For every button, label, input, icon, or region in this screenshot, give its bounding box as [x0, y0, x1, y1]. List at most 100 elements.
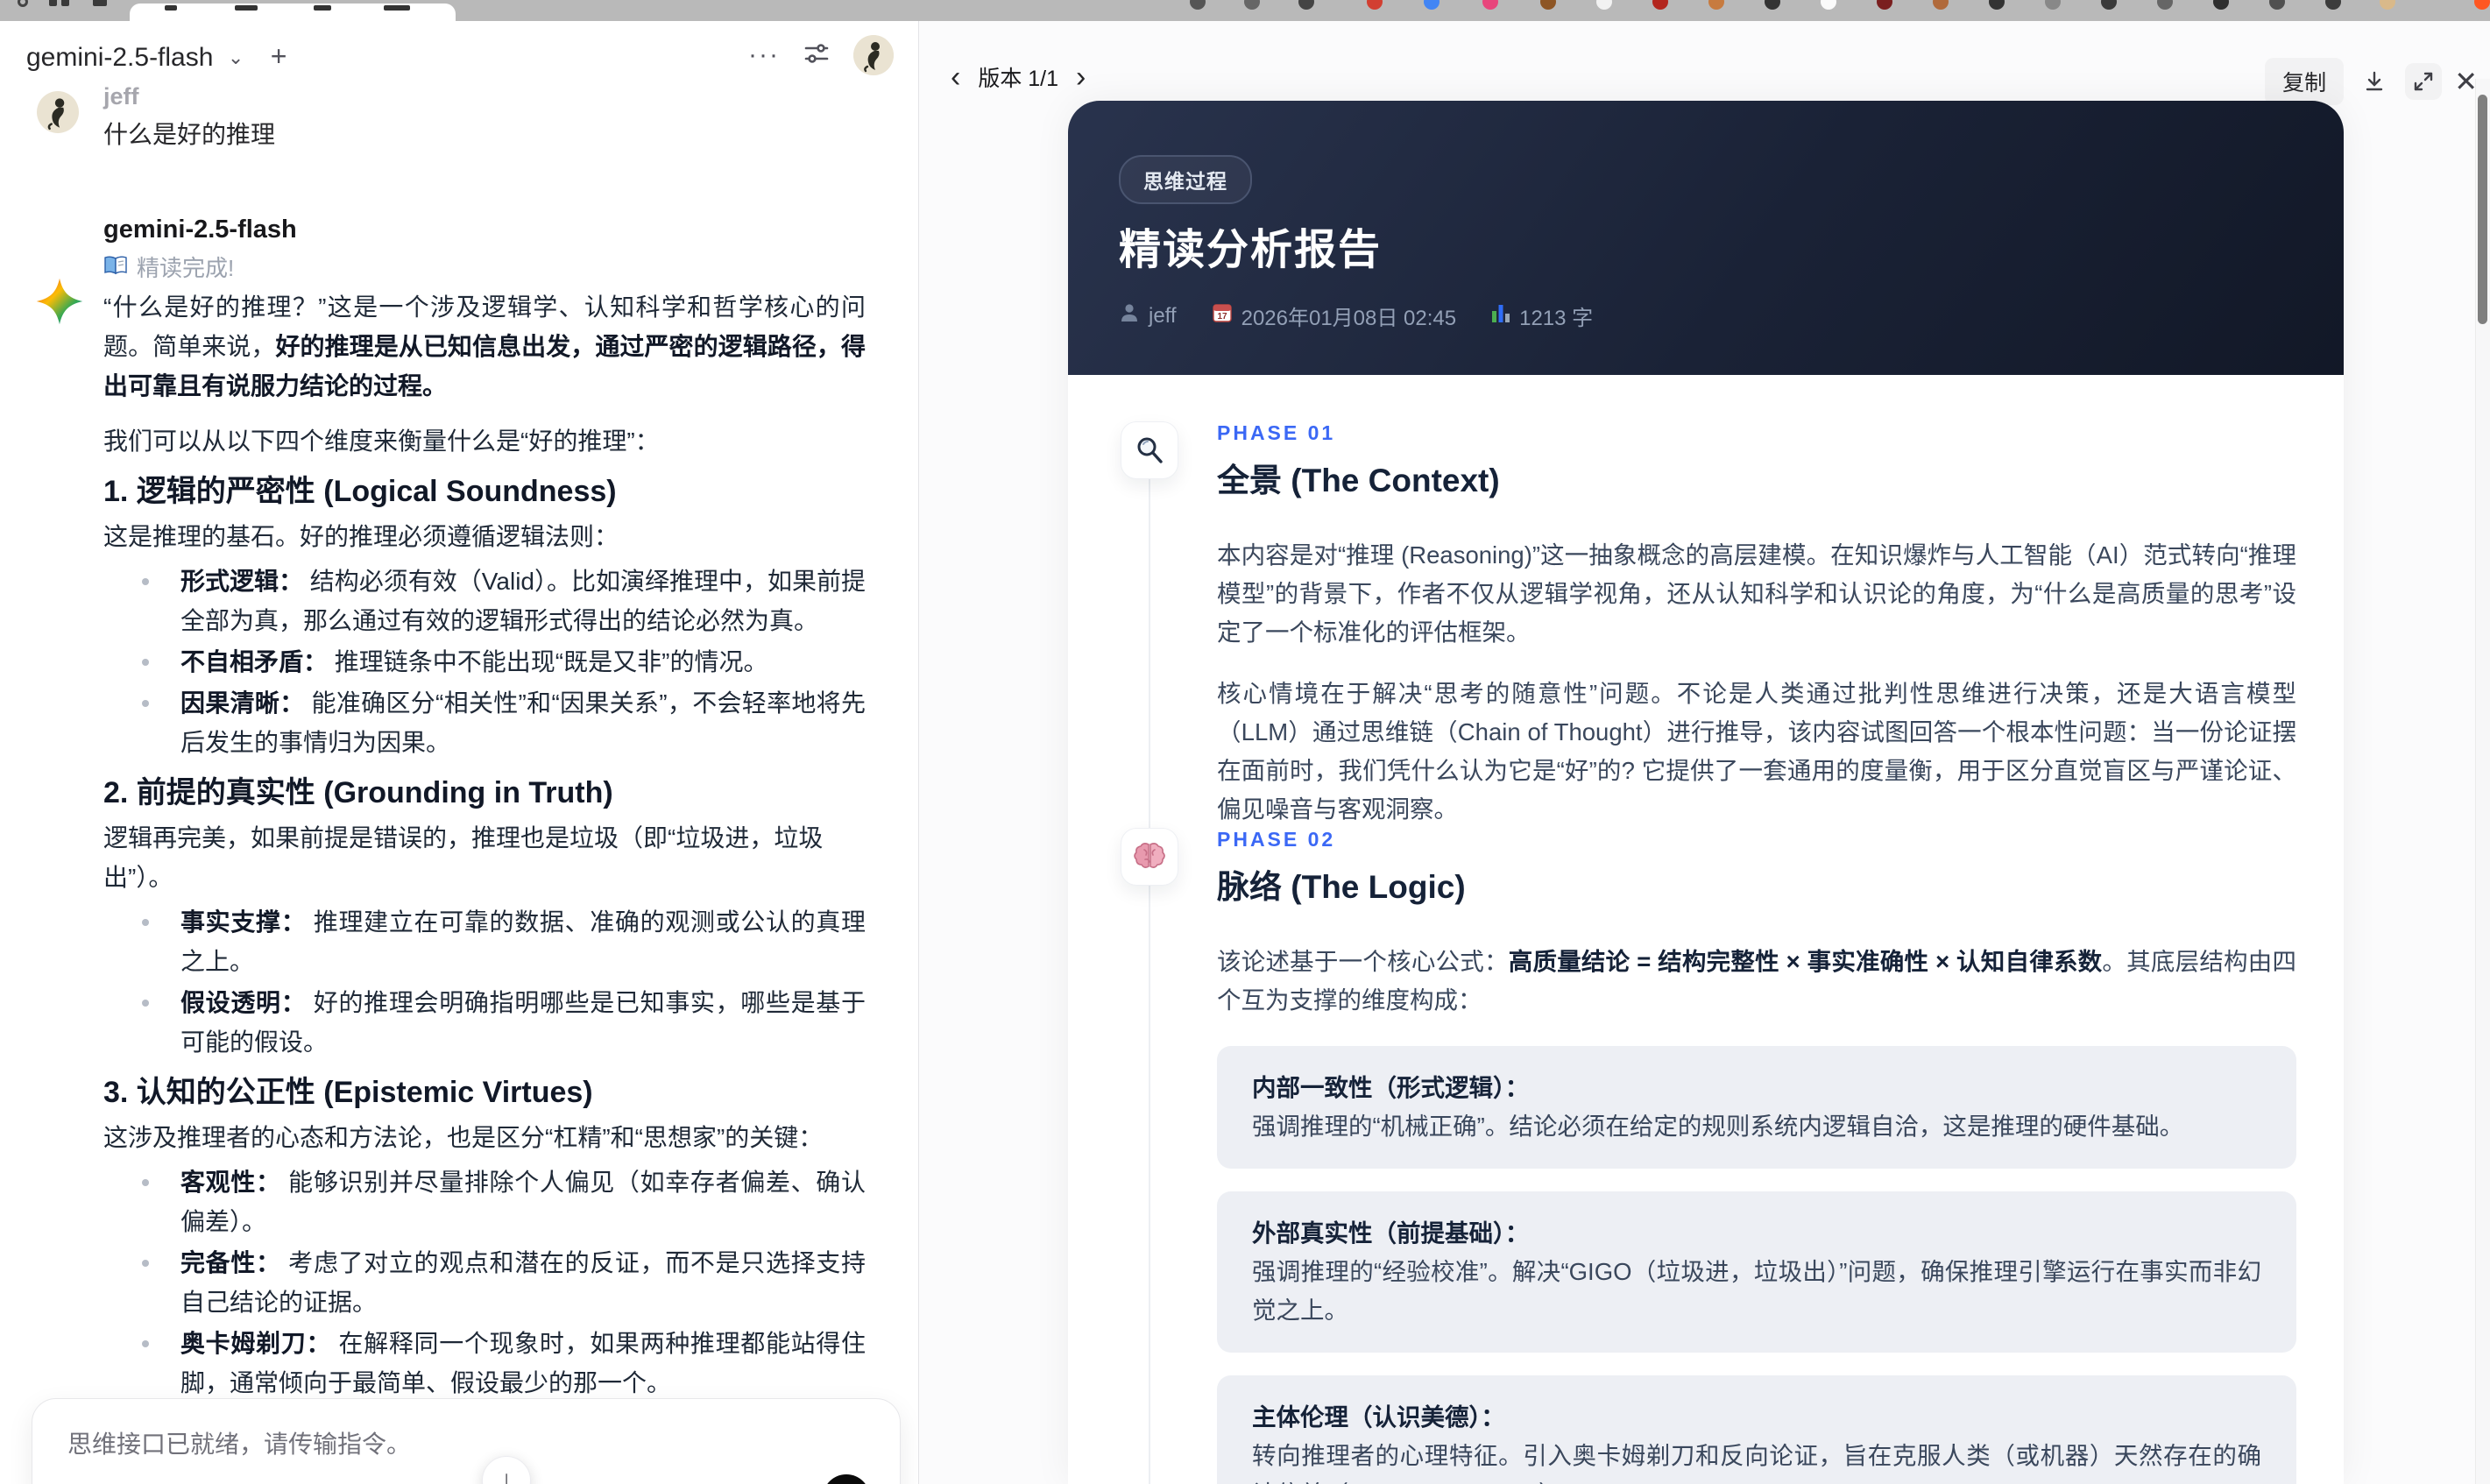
meta-word-count-text: 1213 字: [1519, 307, 1594, 330]
voice-input-button[interactable]: [823, 1474, 870, 1484]
browser-reload-icon[interactable]: [18, 0, 28, 7]
browser-extension-icon[interactable]: [1821, 0, 1836, 10]
bullet-label: 事实支撑：: [180, 908, 307, 936]
browser-extension-icon[interactable]: [1652, 0, 1668, 10]
tab-text-fragment: [165, 5, 177, 11]
phase-paragraph: 核心情境在于解决“思考的随意性”问题。不论是人类通过批判性思维进行决策，还是大语…: [1217, 680, 2296, 823]
close-icon[interactable]: ✕: [2454, 65, 2478, 98]
browser-grid-icon[interactable]: [61, 0, 69, 6]
bullet-list: 事实支撑： 推理建立在可靠的数据、准确的观测或公认的真理之上。 假设透明： 好的…: [103, 902, 866, 1062]
section-heading: 2. 前提的真实性 (Grounding in Truth): [103, 776, 613, 809]
model-selector[interactable]: gemini-2.5-flash: [26, 43, 213, 73]
logic-card: 主体伦理（认识美德）： 转向推理者的心理特征。引入奥卡姆剃刀和反向论证，旨在克服…: [1217, 1375, 2296, 1484]
chevron-right-icon[interactable]: ›: [1076, 60, 1086, 95]
browser-extension-icon[interactable]: [1482, 0, 1498, 10]
user-icon: [1119, 302, 1140, 329]
browser-extension-icon[interactable]: [1244, 0, 1260, 10]
list-item: 因果清晰： 能准确区分“相关性”和“因果关系”，不会轻率地将先后发生的事情归为因…: [103, 683, 866, 762]
expand-fullscreen-icon[interactable]: [2405, 63, 2443, 100]
bullet-list: 形式逻辑： 结构必须有效（Valid）。比如演绎推理中，如果前提全部为真，那么通…: [103, 562, 866, 762]
browser-extension-icon[interactable]: [1933, 0, 1949, 10]
browser-grid-icon[interactable]: [49, 0, 57, 6]
bullet-label: 客观性：: [180, 1169, 281, 1196]
logic-card-title: 主体伦理（认识美德）：: [1252, 1403, 1505, 1431]
user-avatar: [37, 91, 79, 133]
browser-extension-icon[interactable]: [2269, 0, 2285, 10]
arrow-down-icon: ↓: [499, 1466, 513, 1484]
browser-extension-icon[interactable]: [2157, 0, 2173, 10]
browser-extension-icon[interactable]: [2325, 0, 2341, 10]
browser-tab[interactable]: [130, 4, 456, 21]
logic-card: 外部真实性（前提基础）： 强调推理的“经验校准”。解决“GIGO（垃圾进，垃圾出…: [1217, 1191, 2296, 1353]
browser-extension-icon[interactable]: [1424, 0, 1440, 10]
logic-card-body: 转向推理者的心理特征。引入奥卡姆剃刀和反向论证，旨在克服人类（或机器）天然存在的…: [1252, 1442, 2261, 1484]
report-hero: 思维过程 精读分析报告 jeff 17 2026年01月08日 02:45 12…: [1068, 101, 2344, 375]
report-card: 思维过程 精读分析报告 jeff 17 2026年01月08日 02:45 12…: [1068, 101, 2344, 1484]
bullet-label: 假设透明：: [180, 989, 307, 1016]
scrollbar-track[interactable]: [2475, 79, 2490, 1484]
calendar-icon: 17: [1212, 302, 1233, 329]
browser-extension-icon[interactable]: [2101, 0, 2117, 10]
browser-extension-icon[interactable]: [1989, 0, 2005, 10]
meta-author: jeff: [1119, 302, 1177, 329]
logic-card-body: 强调推理的“机械正确”。结论必须在给定的规则系统内逻辑自洽，这是推理的硬件基础。: [1252, 1113, 2184, 1140]
chat-header: gemini-2.5-flash ⌄ + ···: [0, 21, 918, 77]
bullet-dot: [142, 700, 149, 707]
hero-badge: 思维过程: [1119, 155, 1252, 204]
bullet-label: 完备性：: [180, 1249, 281, 1276]
chevron-left-icon[interactable]: ‹: [951, 60, 960, 95]
list-item: 不自相矛盾： 推理链条中不能出现“既是又非”的情况。: [103, 642, 866, 682]
message-composer[interactable]: 思维接口已就绪，请传输指令。 + ❖: [32, 1398, 901, 1484]
section-intro: 这涉及推理者的心态和方法论，也是区分“杠精”和“思想家”的关键：: [103, 1124, 824, 1151]
browser-profile-avatar[interactable]: [2380, 0, 2395, 10]
bullet-text: 能够识别并尽量排除个人偏见（如幸存者偏差、确认偏差）。: [180, 1169, 866, 1235]
section-intro: 逻辑再完美，如果前提是错误的，推理也是垃圾（即“垃圾进，垃圾出”）。: [103, 824, 824, 891]
section-heading: 3. 认知的公正性 (Epistemic Virtues): [103, 1076, 593, 1109]
browser-extension-icon[interactable]: [2474, 0, 2490, 10]
browser-extension-icon[interactable]: [2213, 0, 2229, 10]
tab-text-fragment: [235, 5, 258, 11]
list-item: 形式逻辑： 结构必须有效（Valid）。比如演绎推理中，如果前提全部为真，那么通…: [103, 562, 866, 640]
bar-chart-icon: [1491, 302, 1510, 329]
browser-top-strip: [0, 0, 2490, 21]
browser-extension-icon[interactable]: [1190, 0, 1206, 10]
browser-extension-icon[interactable]: [1298, 0, 1314, 10]
status-text: 精读完成!: [137, 255, 235, 281]
browser-extension-icon[interactable]: [1708, 0, 1724, 10]
user-message-text: 什么是好的推理: [103, 121, 276, 148]
logic-card: 内部一致性（形式逻辑）： 强调推理的“机械正确”。结论必须在给定的规则系统内逻辑…: [1217, 1046, 2296, 1169]
phase-formula: 该论述基于一个核心公式：高质量结论 = 结构完整性 × 事实准确性 × 认知自律…: [1217, 943, 2296, 1020]
user-avatar[interactable]: [853, 35, 894, 75]
assistant-name: gemini-2.5-flash: [103, 216, 297, 244]
browser-extension-icon[interactable]: [1596, 0, 1612, 10]
phase-section-1: PHASE 01 全景 (The Context) 本内容是对“推理 (Reas…: [1068, 421, 2344, 829]
chat-panel: gemini-2.5-flash ⌄ + ··· jeff 什么是好的推理 ge…: [0, 21, 918, 1484]
browser-extension-icon[interactable]: [2045, 0, 2061, 10]
chevron-down-icon[interactable]: ⌄: [228, 46, 244, 69]
download-icon[interactable]: [2356, 63, 2393, 100]
message-author: jeff: [103, 83, 139, 110]
version-navigator: ‹ 版本 1/1 ›: [951, 60, 1086, 95]
bullet-dot: [142, 919, 149, 926]
bullet-dot: [142, 1260, 149, 1267]
browser-extension-icon[interactable]: [1540, 0, 1556, 10]
report-meta: jeff 17 2026年01月08日 02:45 1213 字: [1119, 300, 1593, 331]
browser-extension-icon[interactable]: [1367, 0, 1383, 10]
bullet-dot: [142, 1000, 149, 1007]
tab-text-fragment: [384, 5, 410, 11]
tune-settings-icon[interactable]: [803, 39, 831, 72]
browser-extension-icon[interactable]: [1765, 0, 1780, 10]
meta-author-text: jeff: [1149, 303, 1177, 328]
bullet-label: 因果清晰：: [180, 689, 305, 717]
scrollbar-thumb[interactable]: [2478, 95, 2487, 324]
phase-title: 全景 (The Context): [1217, 463, 1500, 498]
list-item: 假设透明： 好的推理会明确指明哪些是已知事实，哪些是基于可能的假设。: [103, 983, 866, 1062]
phase-label: PHASE 02: [1217, 828, 1336, 851]
more-options-button[interactable]: ···: [748, 35, 780, 75]
copy-button[interactable]: 复制: [2265, 58, 2345, 105]
phase-paragraph: 本内容是对“推理 (Reasoning)”这一抽象概念的高层建模。在知识爆炸与人…: [1217, 541, 2296, 646]
browser-extension-icon[interactable]: [1877, 0, 1892, 10]
logic-card-body: 强调推理的“经验校准”。解决“GIGO（垃圾进，垃圾出）”问题，确保推理引擎运行…: [1252, 1258, 2261, 1324]
browser-menu-icon[interactable]: [93, 0, 107, 6]
new-chat-button[interactable]: +: [271, 40, 287, 73]
